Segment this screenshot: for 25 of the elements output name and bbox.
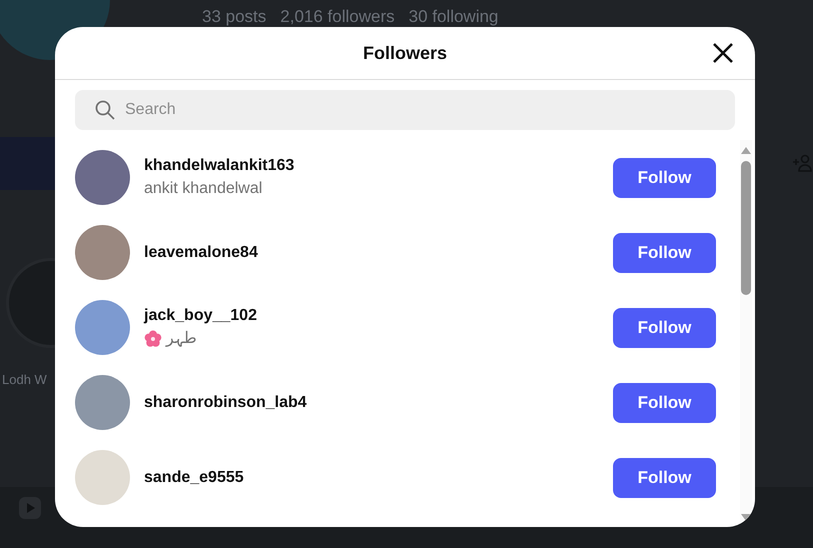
full-name: ankit khandelwal bbox=[144, 178, 262, 198]
username[interactable]: sharonrobinson_lab4 bbox=[144, 392, 613, 414]
flower-icon bbox=[144, 330, 162, 348]
search-field[interactable]: Search bbox=[75, 90, 735, 130]
close-icon bbox=[712, 42, 734, 64]
profile-stat[interactable]: 2,016 followers bbox=[280, 4, 395, 30]
username[interactable]: sande_e9555 bbox=[144, 466, 613, 488]
search-icon bbox=[95, 100, 115, 120]
full-name: طہر bbox=[166, 328, 197, 349]
scroll-up-arrow-icon[interactable] bbox=[741, 147, 751, 154]
close-button[interactable] bbox=[711, 41, 735, 65]
username[interactable]: leavemalone84 bbox=[144, 242, 613, 264]
username[interactable]: jack_boy__102 bbox=[144, 304, 613, 326]
follow-button[interactable]: Follow bbox=[613, 382, 716, 422]
highlight-label: Lodh W bbox=[2, 371, 47, 389]
follow-button[interactable]: Follow bbox=[613, 158, 716, 198]
follow-button[interactable]: Follow bbox=[613, 232, 716, 272]
scroll-down-arrow-icon[interactable] bbox=[741, 514, 751, 521]
follow-button[interactable]: Follow bbox=[613, 308, 716, 348]
scrollbar-thumb[interactable] bbox=[741, 161, 751, 295]
username[interactable]: khandelwalankit163 bbox=[144, 154, 613, 176]
dialog-title: Followers bbox=[362, 42, 447, 64]
profile-stat[interactable]: 33 posts bbox=[202, 4, 266, 30]
follow-button[interactable]: Follow bbox=[613, 458, 716, 498]
profile-stat[interactable]: 30 following bbox=[408, 4, 498, 30]
